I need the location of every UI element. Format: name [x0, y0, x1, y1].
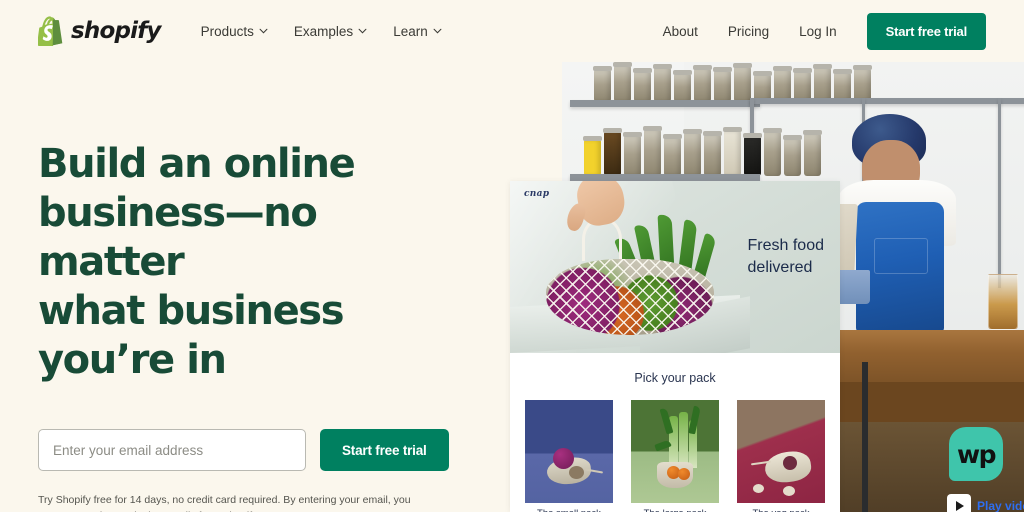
grocery-card-body: Pick your pack The small pack	[510, 353, 840, 512]
grocery-store-card: cnap Fresh food delivered Pick your pack	[510, 181, 840, 512]
caption-line-2: delivered	[747, 259, 813, 276]
product-thumbnail-row: The small pack The large pack	[510, 400, 840, 512]
hero-mesh-bag	[546, 259, 714, 335]
chevron-down-icon	[358, 28, 367, 34]
nav-item-label: Examples	[293, 23, 354, 39]
photo-jar-row-mid	[583, 126, 822, 176]
photo-jar-row-top	[593, 62, 872, 102]
product-label: The veg pack	[737, 508, 825, 512]
nav-item-examples[interactable]: Examples	[294, 24, 367, 39]
product-image-beets	[525, 400, 613, 503]
photo-shelf-post-c	[998, 98, 1001, 288]
chevron-down-icon	[433, 28, 442, 34]
nav-right-group: About Pricing Log In Start free trial	[663, 12, 986, 50]
nav-item-label: Products	[200, 23, 254, 39]
nav-menu-group: Products Examples Learn	[201, 24, 442, 39]
email-input[interactable]	[38, 429, 306, 471]
photo-stand	[862, 362, 868, 512]
photo-shelf-top	[570, 100, 760, 107]
pick-your-pack-heading: Pick your pack	[634, 371, 716, 385]
nav-link-pricing[interactable]: Pricing	[728, 24, 769, 39]
product-card[interactable]: The small pack	[525, 400, 613, 512]
hero-mesh-net	[546, 259, 714, 335]
product-image-mushrooms	[737, 400, 825, 503]
play-icon-box[interactable]	[947, 494, 971, 512]
shopify-wordmark: shopify	[71, 18, 161, 44]
hero-heading-line: what business	[38, 288, 345, 334]
photo-apron-pocket	[874, 238, 928, 274]
hero-heading-line: Build an online	[38, 141, 356, 187]
hero-heading-line: you’re in	[38, 337, 227, 383]
grocery-card-hero: cnap Fresh food delivered	[510, 181, 840, 353]
hero-heading-line: business—no matter	[38, 190, 318, 285]
grocery-card-caption: Fresh food delivered	[748, 235, 824, 279]
email-signup-form: Start free trial	[38, 429, 468, 471]
shopify-logo[interactable]: shopify	[38, 16, 161, 46]
top-navigation-bar: shopify Products Examples Learn About Pr…	[0, 0, 1024, 62]
product-label: The small pack	[525, 508, 613, 512]
product-card[interactable]: The veg pack	[737, 400, 825, 512]
wp-logo-badge: wp	[949, 427, 1003, 481]
wp-logo-text: wp	[957, 439, 997, 469]
play-video-button[interactable]: Play video	[947, 494, 1024, 512]
hero-heading: Build an online business—no matter what …	[38, 140, 468, 385]
play-video-label: Play video	[977, 499, 1024, 512]
product-label: The large pack	[631, 508, 719, 512]
nav-start-free-trial-button[interactable]: Start free trial	[866, 12, 986, 50]
photo-glass-a	[988, 274, 1018, 330]
caption-line-1: Fresh food	[747, 237, 824, 254]
play-triangle-icon	[956, 501, 964, 511]
signup-disclaimer: Try Shopify free for 14 days, no credit …	[38, 494, 411, 512]
hero-section: Build an online business—no matter what …	[38, 140, 468, 512]
product-card[interactable]: The large pack	[631, 400, 719, 512]
nav-link-login[interactable]: Log In	[799, 24, 837, 39]
product-image-leeks	[631, 400, 719, 503]
grocery-brand-mark: cnap	[524, 189, 550, 199]
hero-start-free-trial-button[interactable]: Start free trial	[320, 429, 449, 471]
shopify-bag-icon	[38, 16, 63, 46]
chevron-down-icon	[259, 28, 268, 34]
nav-link-about[interactable]: About	[663, 24, 698, 39]
nav-item-products[interactable]: Products	[201, 24, 268, 39]
nav-item-learn[interactable]: Learn	[393, 24, 442, 39]
photo-shelf-mid	[570, 174, 760, 181]
photo-shelf-top-right	[750, 98, 1024, 104]
nav-item-label: Learn	[393, 23, 428, 39]
